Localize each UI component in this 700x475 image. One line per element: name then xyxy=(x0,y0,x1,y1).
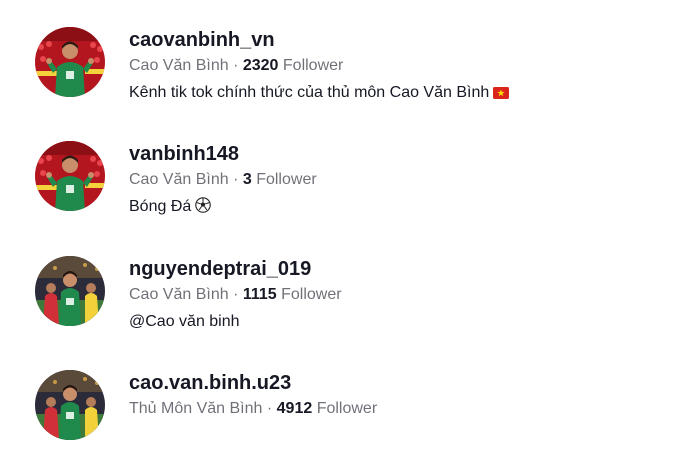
account-result-row[interactable]: nguyendeptrai_019 Cao Văn Bình · 1115 Fo… xyxy=(0,256,700,361)
display-name: Cao Văn Bình xyxy=(129,171,229,188)
bio-text: Kênh tik tok chính thức của thủ môn Cao … xyxy=(129,84,490,101)
follower-label: Follower xyxy=(256,171,317,188)
account-meta: Cao Văn Bình · 1115 Follower xyxy=(129,284,689,306)
vietnam-flag-icon xyxy=(493,87,510,99)
separator: · xyxy=(228,171,243,188)
account-info: vanbinh148 Cao Văn Bình · 3 Follower Bón… xyxy=(129,141,689,218)
follower-label: Follower xyxy=(282,57,344,74)
display-name: Cao Văn Bình xyxy=(129,57,229,74)
account-meta: Cao Văn Bình · 2320 Follower xyxy=(129,55,689,77)
bio-text: Bóng Đá xyxy=(129,198,192,215)
follower-count: 2320 xyxy=(242,57,279,74)
account-info: caovanbinh_vn Cao Văn Bình · 2320 Follow… xyxy=(129,27,689,104)
account-result-row[interactable]: vanbinh148 Cao Văn Bình · 3 Follower Bón… xyxy=(0,141,700,246)
goalkeeper-red-crowd-avatar-icon xyxy=(35,141,105,211)
follower-label: Follower xyxy=(281,286,342,303)
follower-label: Follower xyxy=(316,400,378,417)
username[interactable]: vanbinh148 xyxy=(129,141,689,167)
separator: · xyxy=(228,286,243,303)
display-name: Cao Văn Bình xyxy=(129,286,229,303)
goalkeeper-stadium-avatar-icon xyxy=(35,370,105,440)
bio: Kênh tik tok chính thức của thủ môn Cao … xyxy=(129,82,689,104)
account-result-row[interactable]: cao.van.binh.u23 Thủ Môn Văn Bình · 4912… xyxy=(0,370,700,475)
avatar[interactable] xyxy=(35,141,105,211)
bio: @Cao văn binh xyxy=(129,311,689,333)
account-search-results: caovanbinh_vn Cao Văn Bình · 2320 Follow… xyxy=(0,0,700,473)
account-meta: Cao Văn Bình · 3 Follower xyxy=(129,169,689,191)
avatar[interactable] xyxy=(35,27,105,97)
avatar[interactable] xyxy=(35,256,105,326)
username[interactable]: nguyendeptrai_019 xyxy=(129,256,689,282)
soccer-ball-icon xyxy=(195,197,212,213)
account-result-row[interactable]: caovanbinh_vn Cao Văn Bình · 2320 Follow… xyxy=(0,27,700,132)
username[interactable]: caovanbinh_vn xyxy=(129,27,689,53)
goalkeeper-red-crowd-avatar-icon xyxy=(35,27,105,97)
follower-count: 4912 xyxy=(276,400,313,417)
account-info: cao.van.binh.u23 Thủ Môn Văn Bình · 4912… xyxy=(129,370,689,420)
username[interactable]: cao.van.binh.u23 xyxy=(129,370,689,396)
goalkeeper-stadium-avatar-icon xyxy=(35,256,105,326)
separator: · xyxy=(262,400,277,417)
avatar[interactable] xyxy=(35,370,105,440)
bio: Bóng Đá xyxy=(129,196,689,218)
display-name: Thủ Môn Văn Bình xyxy=(129,400,263,417)
account-info: nguyendeptrai_019 Cao Văn Bình · 1115 Fo… xyxy=(129,256,689,333)
follower-count: 1115 xyxy=(242,286,277,303)
bio-text: @Cao văn binh xyxy=(129,313,240,330)
separator: · xyxy=(228,57,243,74)
account-meta: Thủ Môn Văn Bình · 4912 Follower xyxy=(129,398,689,420)
follower-count: 3 xyxy=(242,171,252,188)
